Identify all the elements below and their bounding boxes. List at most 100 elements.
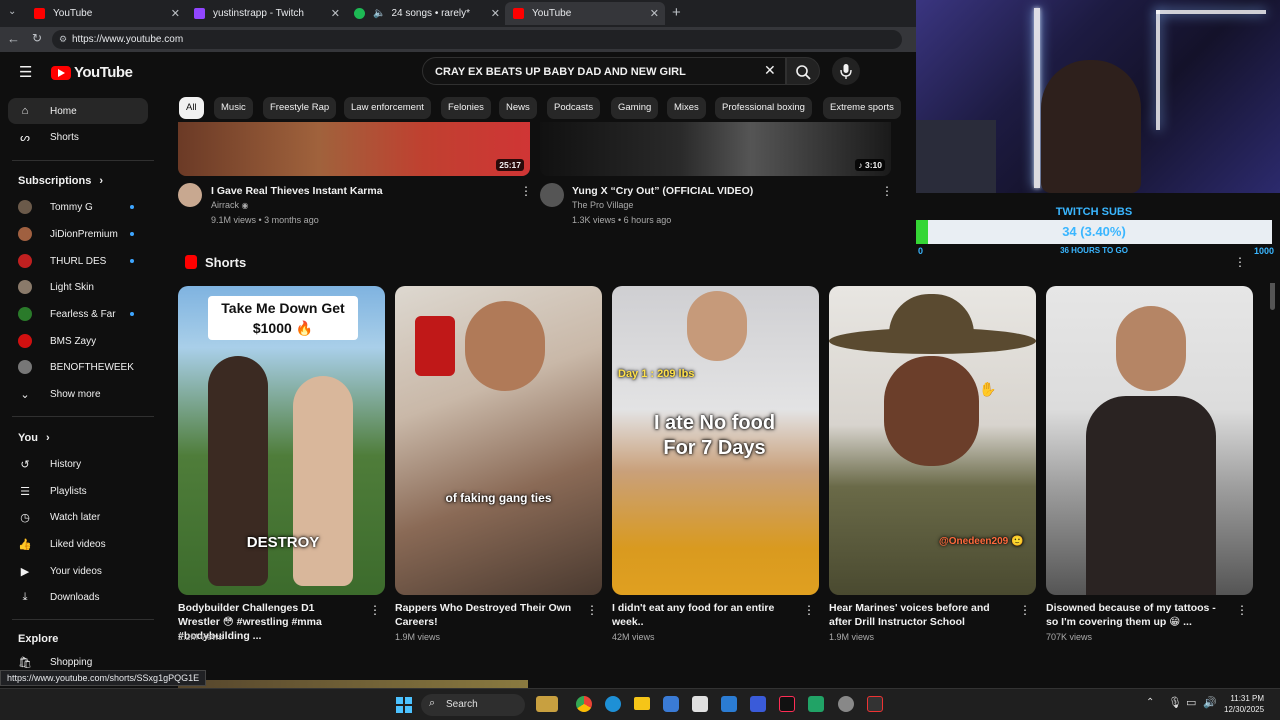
channel-name[interactable]: The Pro Village — [572, 198, 633, 213]
clear-search-icon[interactable]: ✕ — [764, 62, 776, 79]
chip-gaming[interactable]: Gaming — [611, 97, 659, 119]
channel-name[interactable]: Airrack ◉ — [211, 198, 249, 213]
sidebar-item-home[interactable]: ⌂ Home — [8, 98, 148, 124]
voice-search-button[interactable] — [832, 57, 860, 85]
back-icon[interactable]: ← — [7, 31, 20, 46]
taskbar-search[interactable]: ⌕ Search — [421, 694, 525, 716]
short-thumbnail[interactable]: Day 1 : 209 lbs I ate No food For 7 Days — [612, 286, 819, 595]
new-tab-button[interactable]: + — [672, 4, 681, 21]
tiktok-icon[interactable] — [779, 696, 795, 712]
reload-icon[interactable]: ↻ — [32, 31, 42, 45]
youtube-logo[interactable]: YouTube — [51, 64, 133, 81]
browser-tab-1[interactable]: YouTube ✕ — [26, 2, 186, 25]
short-title[interactable]: Hear Marines' voices before and after Dr… — [829, 601, 1009, 629]
sidebar-item-history[interactable]: ↺ History — [8, 451, 148, 477]
sidebar-item-shorts[interactable]: ᔕ Shorts — [8, 124, 148, 150]
short-title[interactable]: I didn't eat any food for an entire week… — [612, 601, 792, 629]
video-title[interactable]: Yung X “Cry Out” (OFFICIAL VIDEO) — [572, 184, 872, 198]
sidebar-item-playlists[interactable]: ☰ Playlists — [8, 478, 148, 504]
sidebar-item-benoftheweek[interactable]: BENOFTHEWEEK — [8, 354, 148, 380]
tab-search-chevron-icon[interactable]: ⌄ — [8, 6, 16, 17]
video-thumbnail-peek[interactable] — [178, 680, 528, 688]
chip-all[interactable]: All — [179, 97, 204, 119]
short-thumbnail[interactable] — [1046, 286, 1253, 595]
more-options-icon[interactable]: ⋮ — [803, 603, 815, 617]
more-options-icon[interactable]: ⋮ — [881, 184, 893, 198]
search-input[interactable]: CRAY EX BEATS UP BABY DAD AND NEW GIRL — [422, 57, 786, 85]
short-title[interactable]: Disowned because of my tattoos - so I'm … — [1046, 601, 1226, 629]
speaker-icon[interactable]: 🔈 — [373, 8, 385, 19]
chip-felonies[interactable]: Felonies — [441, 97, 491, 119]
store-icon[interactable] — [692, 696, 708, 712]
app-icon[interactable] — [867, 696, 883, 712]
start-button[interactable] — [396, 697, 412, 713]
short-title[interactable]: Rappers Who Destroyed Their Own Careers! — [395, 601, 575, 629]
you-heading[interactable]: You › — [18, 432, 50, 444]
app-icon[interactable] — [808, 696, 824, 712]
more-options-icon[interactable]: ⋮ — [1234, 255, 1246, 269]
person-silhouette — [293, 376, 353, 586]
chip-mixes[interactable]: Mixes — [667, 97, 706, 119]
widgets-icon[interactable] — [536, 696, 558, 712]
close-tab-icon[interactable]: ✕ — [331, 7, 340, 20]
chrome-icon[interactable] — [576, 696, 592, 712]
menu-icon[interactable]: ☰ — [19, 63, 32, 81]
app-icon[interactable] — [838, 696, 854, 712]
browser-tab-4-active[interactable]: YouTube ✕ — [505, 2, 665, 25]
more-options-icon[interactable]: ⋮ — [369, 603, 381, 617]
chip-professional-boxing[interactable]: Professional boxing — [715, 97, 812, 119]
sidebar-item-fearless-and-far[interactable]: Fearless & Far — [8, 301, 148, 327]
face-shape — [687, 291, 747, 361]
sidebar-item-light-skin[interactable]: Light Skin — [8, 274, 148, 300]
monitor-shape — [916, 120, 996, 193]
short-views: 2.2M views — [178, 632, 224, 642]
edge-icon[interactable] — [605, 696, 621, 712]
url-bar[interactable]: ⚙ https://www.youtube.com — [52, 30, 902, 49]
microphone-icon[interactable]: 🎙 — [1168, 696, 1182, 709]
more-options-icon[interactable]: ⋮ — [586, 603, 598, 617]
more-options-icon[interactable]: ⋮ — [1236, 603, 1248, 617]
close-tab-icon[interactable]: ✕ — [491, 7, 500, 20]
sidebar-item-your-videos[interactable]: ▶ Your videos — [8, 558, 148, 584]
more-options-icon[interactable]: ⋮ — [520, 184, 532, 198]
channel-avatar[interactable] — [178, 183, 202, 207]
short-thumbnail[interactable]: @Onedeen209 🙂 ✋ — [829, 286, 1036, 595]
app-icon[interactable] — [750, 696, 766, 712]
tray-chevron-icon[interactable]: ⌃ — [1146, 697, 1154, 708]
network-icon[interactable]: ▭ — [1186, 696, 1196, 709]
video-thumbnail[interactable]: ♪ 3:10 — [540, 122, 891, 176]
search-button[interactable] — [786, 57, 820, 85]
sidebar-item-show-more[interactable]: ⌄ Show more — [8, 381, 148, 407]
close-tab-icon[interactable]: ✕ — [171, 7, 180, 20]
browser-tab-2[interactable]: yustinstrapp - Twitch ✕ — [186, 2, 346, 25]
more-options-icon[interactable]: ⋮ — [1019, 603, 1031, 617]
outlook-icon[interactable] — [721, 696, 737, 712]
sidebar-item-downloads[interactable]: ⤓ Downloads — [8, 584, 148, 610]
sidebar-item-jidionpremium[interactable]: JiDionPremium — [8, 221, 148, 247]
sidebar-item-thurl-des[interactable]: THURL DES — [8, 248, 148, 274]
subscriptions-heading[interactable]: Subscriptions › — [18, 175, 103, 187]
sidebar-item-bms-zayy[interactable]: BMS Zayy — [8, 328, 148, 354]
file-explorer-icon[interactable] — [634, 697, 650, 710]
site-info-icon[interactable]: ⚙ — [59, 34, 67, 45]
volume-icon[interactable]: 🔊 — [1203, 696, 1217, 709]
video-title[interactable]: I Gave Real Thieves Instant Karma — [211, 184, 511, 198]
chip-extreme-sports[interactable]: Extreme sports — [823, 97, 901, 119]
sidebar-item-watch-later[interactable]: ◷ Watch later — [8, 504, 148, 530]
clock[interactable]: 11:31 PM 12/30/2025 — [1224, 693, 1264, 715]
close-tab-icon[interactable]: ✕ — [650, 7, 659, 20]
sidebar-item-liked-videos[interactable]: 👍 Liked videos — [8, 531, 148, 557]
chip-news[interactable]: News — [499, 97, 537, 119]
channel-avatar[interactable] — [540, 183, 564, 207]
avatar — [18, 280, 32, 294]
chip-law-enforcement[interactable]: Law enforcement — [344, 97, 431, 119]
short-thumbnail[interactable]: of faking gang ties — [395, 286, 602, 595]
chip-freestyle-rap[interactable]: Freestyle Rap — [263, 97, 337, 119]
copilot-icon[interactable] — [663, 696, 679, 712]
short-thumbnail[interactable]: Take Me Down Get $1000 🔥 DESTROY — [178, 286, 385, 595]
chip-podcasts[interactable]: Podcasts — [547, 97, 601, 119]
video-thumbnail[interactable]: 25:17 — [178, 122, 530, 176]
sidebar-item-tommy-g[interactable]: Tommy G — [8, 194, 148, 220]
browser-tab-3[interactable]: 🔈 24 songs • rarely* ✕ — [346, 2, 506, 25]
chip-music[interactable]: Music — [214, 97, 253, 119]
